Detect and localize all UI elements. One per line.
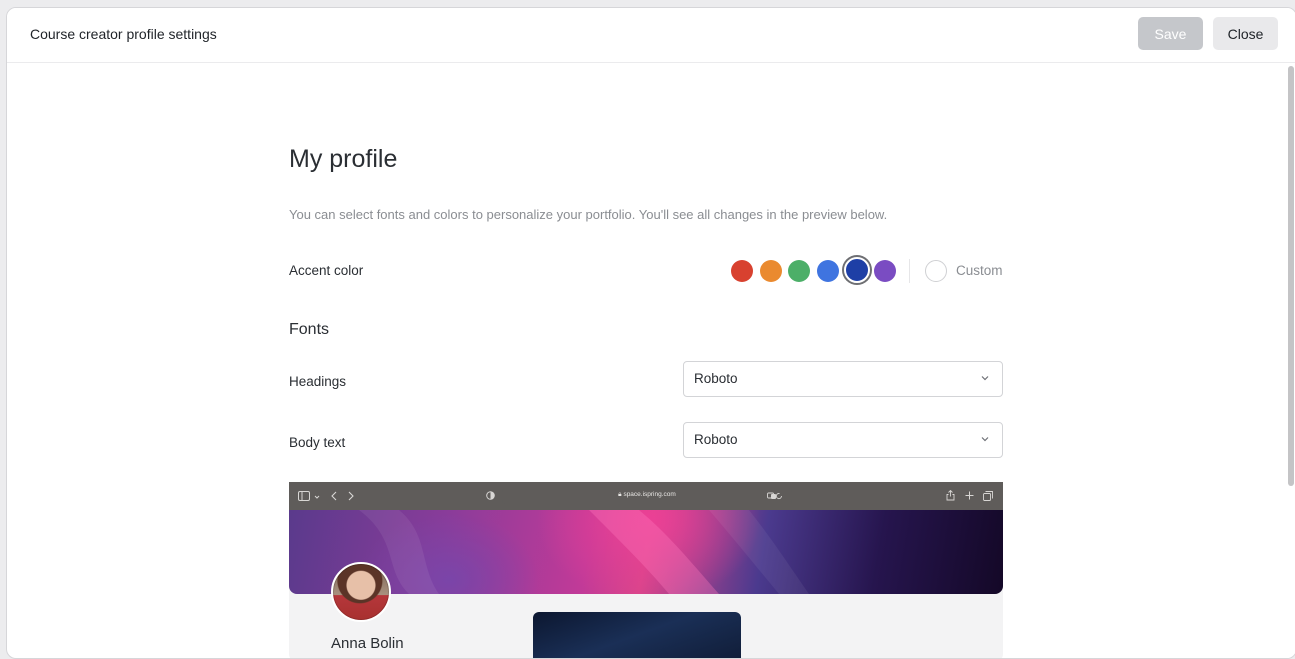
body-font-label: Body text: [289, 435, 346, 450]
swatch-dark-blue-selected[interactable]: [844, 257, 870, 283]
privacy-shield-icon: [486, 491, 495, 500]
headings-font-select[interactable]: Roboto: [683, 361, 1003, 397]
custom-color-label[interactable]: Custom: [956, 263, 1003, 278]
translate-reload-icon: [767, 492, 782, 500]
preview-hero-banner: [289, 510, 1003, 594]
preview-address-bar: 🔒︎ space.ispring.com: [502, 488, 792, 504]
body-font-select[interactable]: Roboto: [683, 422, 1003, 458]
lock-icon: 🔒︎: [618, 491, 622, 498]
settings-window: Course creator profile settings Save Clo…: [6, 7, 1295, 659]
headings-font-label: Headings: [289, 374, 347, 389]
swatch-red[interactable]: [731, 260, 753, 282]
body-font-value: Roboto: [694, 432, 738, 447]
top-bar: Course creator profile settings Save Clo…: [7, 8, 1295, 63]
scrollbar-thumb[interactable]: [1288, 66, 1294, 486]
fonts-section-title: Fonts: [289, 321, 330, 338]
chevron-down-icon: [981, 437, 989, 442]
page-title: My profile: [289, 145, 398, 173]
save-button[interactable]: Save: [1138, 17, 1203, 50]
preview-browser-bar: 🔒︎ space.ispring.com: [289, 482, 1003, 510]
headings-font-value: Roboto: [694, 371, 738, 386]
share-icon: [946, 490, 955, 501]
preview-profile-name: Anna Bolin: [331, 635, 404, 652]
hero-ribbon-graphic: [359, 510, 809, 594]
plus-icon: [965, 491, 974, 500]
preview-address-text: space.ispring.com: [623, 491, 676, 498]
swatch-orange[interactable]: [760, 260, 782, 282]
chevron-down-icon: [314, 495, 320, 499]
portfolio-preview: 🔒︎ space.ispring.com Anna Bolin: [289, 482, 1003, 658]
custom-color-swatch[interactable]: [925, 260, 947, 282]
accent-color-picker: Custom: [731, 257, 1003, 283]
swatch-green[interactable]: [788, 260, 810, 282]
sidebar-icon: [298, 491, 310, 501]
back-icon: [331, 491, 337, 501]
chevron-down-icon: [981, 376, 989, 381]
window-title: Course creator profile settings: [30, 26, 217, 42]
swatch-purple[interactable]: [874, 260, 896, 282]
swatch-blue[interactable]: [817, 260, 839, 282]
accent-color-label: Accent color: [289, 263, 364, 278]
tabs-icon: [983, 491, 993, 501]
profile-avatar: [331, 562, 391, 622]
intro-text: You can select fonts and colors to perso…: [289, 207, 888, 222]
swatch-divider: [909, 259, 910, 283]
close-button[interactable]: Close: [1213, 17, 1278, 50]
preview-course-card: [533, 612, 741, 658]
forward-icon: [348, 491, 354, 501]
